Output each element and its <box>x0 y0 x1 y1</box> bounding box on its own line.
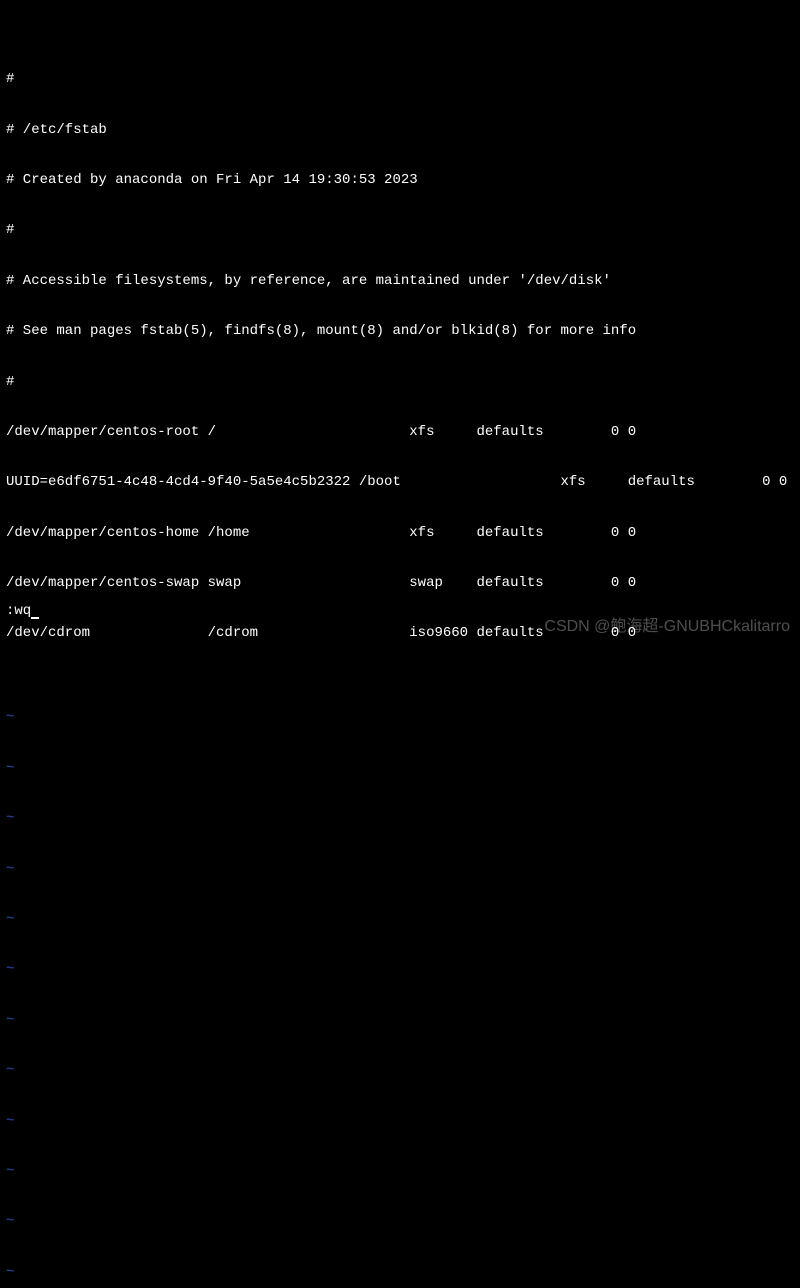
file-content: # # /etc/fstab # Created by anaconda on … <box>6 38 794 676</box>
empty-line-tilde: ~ <box>6 760 794 777</box>
empty-line-tilde: ~ <box>6 1113 794 1130</box>
empty-line-tilde: ~ <box>6 961 794 978</box>
empty-line-tilde: ~ <box>6 709 794 726</box>
watermark-text: CSDN @鲍海超-GNUBHCkalitarro <box>544 617 790 636</box>
comment-line: # See man pages fstab(5), findfs(8), mou… <box>6 323 794 340</box>
fstab-entry: /dev/mapper/centos-root / xfs defaults 0… <box>6 424 794 441</box>
vi-command-line[interactable]: :wq <box>6 603 39 620</box>
empty-line-tilde: ~ <box>6 1062 794 1079</box>
empty-line-tilde: ~ <box>6 911 794 928</box>
empty-line-tilde: ~ <box>6 1163 794 1180</box>
empty-line-tilde: ~ <box>6 810 794 827</box>
comment-line: # Accessible filesystems, by reference, … <box>6 273 794 290</box>
comment-line: # /etc/fstab <box>6 122 794 139</box>
empty-line-tilde: ~ <box>6 1213 794 1230</box>
fstab-entry: UUID=e6df6751-4c48-4cd4-9f40-5a5e4c5b232… <box>6 474 794 491</box>
empty-line-tilde: ~ <box>6 1264 794 1281</box>
terminal-window[interactable]: # # /etc/fstab # Created by anaconda on … <box>0 0 800 1288</box>
comment-line: # Created by anaconda on Fri Apr 14 19:3… <box>6 172 794 189</box>
fstab-entry: /dev/mapper/centos-home /home xfs defaul… <box>6 525 794 542</box>
empty-line-tilde: ~ <box>6 1012 794 1029</box>
cursor-icon <box>31 617 39 619</box>
fstab-entry: /dev/mapper/centos-swap swap swap defaul… <box>6 575 794 592</box>
comment-line: # <box>6 71 794 88</box>
vi-command-text: :wq <box>6 603 31 619</box>
comment-line: # <box>6 374 794 391</box>
comment-line: # <box>6 222 794 239</box>
empty-line-tilde: ~ <box>6 861 794 878</box>
